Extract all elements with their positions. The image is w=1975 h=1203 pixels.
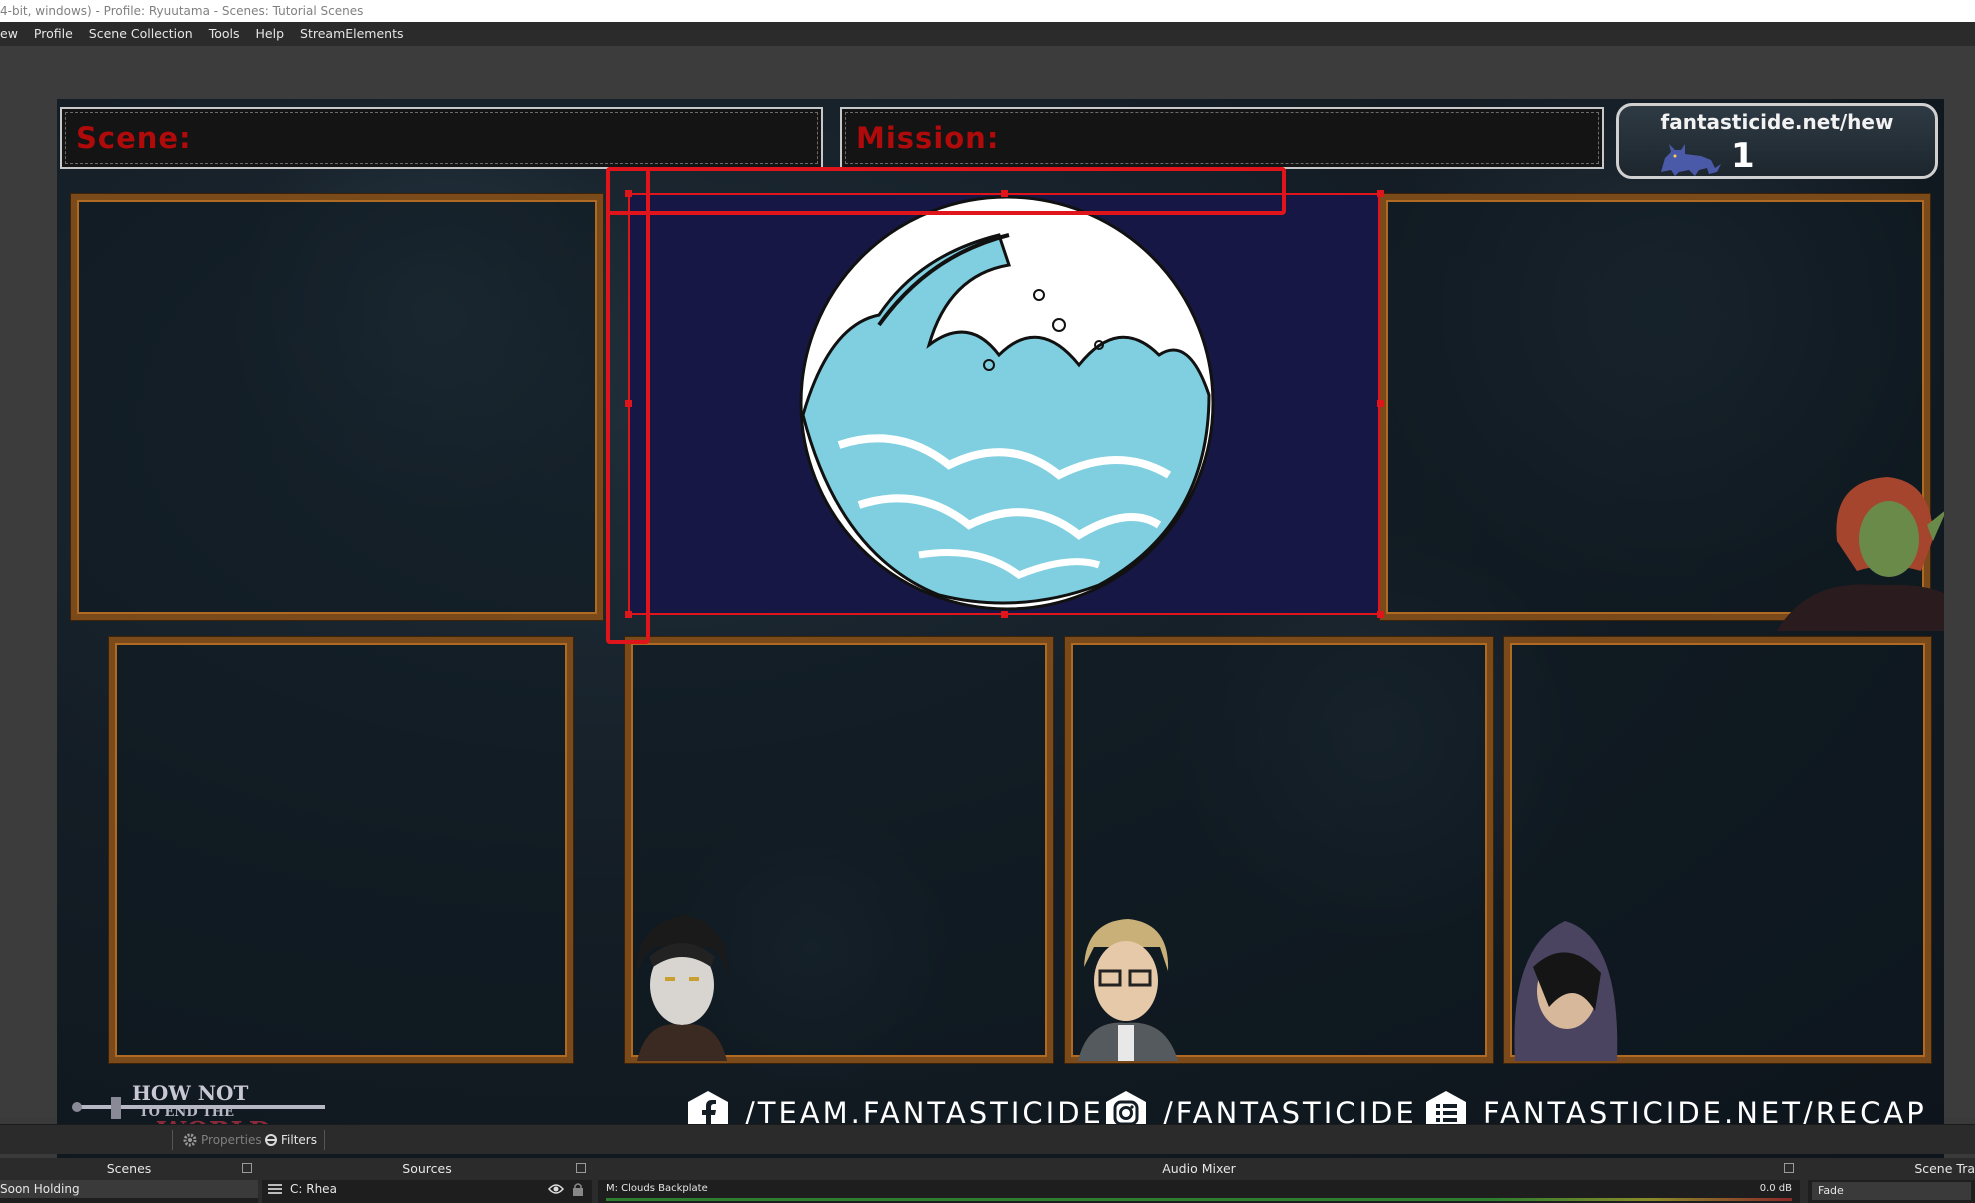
scenes-list[interactable]: Soon Holding [0, 1180, 258, 1203]
list-icon [268, 1184, 282, 1194]
panel-top-left[interactable] [71, 194, 603, 620]
counter-box: fantasticide.net/hew 1 [1616, 103, 1938, 179]
mission-header-box: Mission: [840, 107, 1604, 169]
mixer-channel-name: M: Clouds Backplate [606, 1183, 708, 1194]
scenes-dock: Scenes Soon Holding [0, 1158, 258, 1203]
toolbar-separator [172, 1130, 173, 1150]
sources-dock: Sources C: Rhea [262, 1158, 592, 1203]
sources-dock-title: Sources [402, 1161, 452, 1176]
scene-header-box: Scene: [60, 107, 823, 169]
resize-handle-r[interactable] [1377, 400, 1384, 407]
mission-label: Mission: [856, 121, 1000, 155]
menu-view[interactable]: ew [0, 22, 26, 46]
menu-help[interactable]: Help [248, 22, 293, 46]
counter-url: fantasticide.net/hew [1660, 110, 1894, 134]
filters-button[interactable]: Filters [264, 1129, 317, 1151]
annotation-rect-horizontal [606, 167, 1286, 215]
logo-line1: HOW NOT [132, 1081, 249, 1105]
audio-mixer-title: Audio Mixer [1162, 1161, 1236, 1176]
resize-handle-b[interactable] [1001, 611, 1008, 618]
menu-streamelements[interactable]: StreamElements [292, 22, 412, 46]
lock-icon[interactable] [572, 1182, 584, 1196]
sources-list[interactable]: C: Rhea [262, 1180, 592, 1203]
menu-profile[interactable]: Profile [26, 22, 81, 46]
panel-bottom-1[interactable] [109, 637, 573, 1063]
preview-canvas[interactable]: Scene: Mission: fantasticide.net/hew 1 H… [57, 99, 1944, 1160]
annotation-rect-vertical [606, 167, 650, 644]
properties-button[interactable]: Properties [182, 1129, 262, 1151]
scenes-dock-title: Scenes [106, 1161, 152, 1176]
menu-bar: ew Profile Scene Collection Tools Help S… [0, 22, 1975, 46]
eye-icon[interactable] [548, 1183, 564, 1195]
counter-value: 1 [1731, 136, 1755, 176]
portrait-green-elf[interactable] [1777, 461, 1944, 631]
portrait-hooded[interactable] [1509, 907, 1624, 1061]
scene-item[interactable]: Soon Holding [0, 1180, 258, 1198]
selection-outline[interactable] [628, 193, 1380, 615]
float-dock-icon[interactable] [576, 1163, 586, 1173]
portrait-glasses[interactable] [1070, 907, 1185, 1061]
filters-label: Filters [281, 1133, 317, 1147]
scene-transitions-dock: Scene Tra Fade [1808, 1158, 1975, 1203]
source-item[interactable]: C: Rhea [262, 1180, 592, 1198]
toolbar-separator [324, 1130, 325, 1150]
properties-label: Properties [201, 1133, 262, 1147]
float-dock-icon[interactable] [1784, 1163, 1794, 1173]
filter-icon [265, 1134, 277, 1146]
gear-icon [183, 1133, 197, 1147]
mixer-channel-level: 0.0 dB [1759, 1183, 1792, 1194]
transition-select[interactable]: Fade [1812, 1182, 1971, 1200]
dock-area: Scenes Soon Holding Sources C: Rhea Audi… [0, 1158, 1975, 1203]
volume-meter [606, 1198, 1792, 1201]
resize-handle-tr[interactable] [1377, 190, 1384, 197]
portrait-curly-hair[interactable] [627, 907, 737, 1061]
menu-scene-collection[interactable]: Scene Collection [81, 22, 201, 46]
preview-area[interactable]: Scene: Mission: fantasticide.net/hew 1 H… [0, 46, 1975, 1160]
menu-tools[interactable]: Tools [201, 22, 248, 46]
source-name: C: Rhea [290, 1182, 337, 1196]
resize-handle-br[interactable] [1377, 611, 1384, 618]
audio-mixer-dock: Audio Mixer M: Clouds Backplate 0.0 dB [598, 1158, 1800, 1203]
transitions-title: Scene Tra [1914, 1161, 1975, 1176]
source-toolbar: Properties Filters [0, 1124, 1975, 1154]
window-title: 4-bit, windows) - Profile: Ryuutama - Sc… [0, 0, 1975, 22]
cat-icon [1661, 144, 1721, 176]
float-dock-icon[interactable] [242, 1163, 252, 1173]
scene-label: Scene: [76, 121, 192, 155]
mixer-channel: M: Clouds Backplate 0.0 dB [598, 1180, 1800, 1203]
